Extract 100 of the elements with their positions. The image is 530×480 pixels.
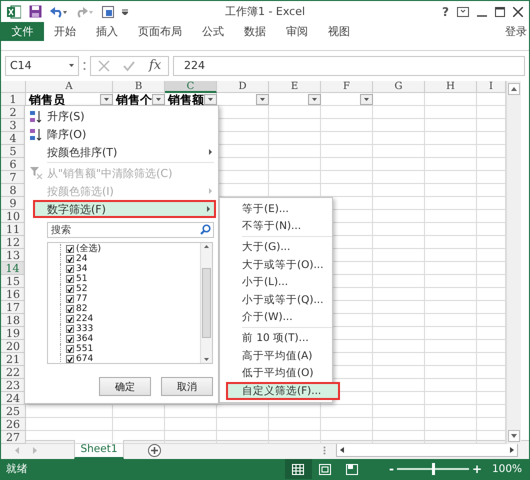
checkbox[interactable]: [66, 335, 74, 343]
ok-button[interactable]: 确定: [99, 377, 151, 396]
checkbox[interactable]: [66, 285, 74, 293]
column-header[interactable]: E: [269, 81, 321, 93]
list-item[interactable]: 364: [76, 334, 94, 344]
menu-item[interactable]: 自定义筛选(F)...: [226, 382, 340, 400]
row-header[interactable]: 11: [1, 223, 26, 236]
vertical-scrollbar[interactable]: [506, 81, 521, 444]
filter-button[interactable]: [152, 94, 165, 105]
row-header[interactable]: 9: [1, 197, 26, 210]
column-header[interactable]: I: [477, 81, 506, 93]
column-header[interactable]: H: [425, 81, 477, 93]
filter-button[interactable]: [204, 94, 217, 105]
row-header[interactable]: 1: [1, 93, 26, 106]
row-header[interactable]: 18: [1, 314, 26, 327]
checkbox[interactable]: [66, 265, 74, 273]
ribbon-tab[interactable]: 审阅: [276, 22, 318, 41]
row-header[interactable]: 20: [1, 340, 26, 353]
zoom-in-button[interactable]: +: [468, 462, 485, 476]
column-header[interactable]: D: [217, 81, 269, 93]
row-header[interactable]: 21: [1, 353, 26, 366]
menu-item[interactable]: 数字筛选(F): [33, 200, 216, 218]
row-header[interactable]: 4: [1, 132, 26, 145]
menu-item[interactable]: 降序(O): [25, 125, 218, 143]
checkbox[interactable]: [66, 345, 74, 353]
checkbox[interactable]: [66, 255, 74, 263]
row-header[interactable]: 14: [1, 262, 26, 275]
list-item[interactable]: 674: [76, 354, 94, 363]
menu-item[interactable]: 小于或等于(Q)...: [220, 290, 332, 309]
row-header[interactable]: 3: [1, 119, 26, 132]
menu-item[interactable]: 低于平均值(O): [220, 364, 332, 382]
checkbox[interactable]: [66, 275, 74, 283]
cancel-button[interactable]: 取消: [161, 377, 213, 396]
list-item[interactable]: (全选): [76, 244, 102, 254]
row-header[interactable]: 19: [1, 327, 26, 340]
list-item[interactable]: 51: [76, 274, 88, 284]
list-item[interactable]: 34: [76, 264, 88, 274]
zoom-slider-thumb[interactable]: [432, 463, 435, 475]
insert-function-button[interactable]: fx: [149, 58, 162, 73]
list-item[interactable]: 551: [76, 344, 94, 354]
row-header[interactable]: 16: [1, 288, 26, 301]
zoom-out-button[interactable]: -: [386, 462, 397, 476]
row-header[interactable]: 22: [1, 366, 26, 379]
menu-item[interactable]: 不等于(N)...: [220, 218, 332, 236]
column-header[interactable]: A: [26, 81, 113, 93]
row-header[interactable]: 5: [1, 145, 26, 158]
menu-item[interactable]: 小于(L)...: [220, 273, 332, 291]
checkbox[interactable]: [66, 315, 74, 323]
search-field[interactable]: 搜索: [47, 222, 214, 238]
checkbox[interactable]: [66, 325, 74, 333]
list-item[interactable]: 52: [76, 284, 88, 294]
filter-button[interactable]: [360, 94, 373, 105]
ribbon-tab[interactable]: 插入: [86, 22, 128, 41]
checkbox[interactable]: [66, 245, 74, 253]
ribbon-tab[interactable]: 视图: [318, 22, 360, 41]
menu-item[interactable]: 高于平均值(A): [220, 346, 332, 364]
row-header[interactable]: 12: [1, 236, 26, 249]
list-item[interactable]: 24: [76, 254, 88, 264]
row-header[interactable]: 23: [1, 379, 26, 392]
menu-item[interactable]: 按颜色排序(T): [25, 143, 218, 161]
filter-button[interactable]: [100, 94, 113, 105]
menu-item[interactable]: 等于(E)...: [220, 200, 332, 218]
row-header[interactable]: 6: [1, 158, 26, 171]
row-header[interactable]: 8: [1, 184, 26, 197]
list-item[interactable]: 82: [76, 304, 88, 314]
list-item[interactable]: 333: [76, 324, 94, 334]
column-header[interactable]: C: [165, 81, 217, 93]
help-button[interactable]: ?: [442, 4, 449, 18]
row-header[interactable]: 10: [1, 210, 26, 223]
name-box[interactable]: C14: [5, 56, 79, 76]
ribbon-tab[interactable]: 数据: [234, 22, 276, 41]
sign-in-link[interactable]: 登录: [503, 22, 529, 41]
filter-button[interactable]: [256, 94, 269, 105]
list-item[interactable]: 77: [76, 294, 88, 304]
row-header[interactable]: 7: [1, 171, 26, 184]
row-header[interactable]: 24: [1, 392, 26, 405]
row-header[interactable]: 27: [1, 431, 26, 444]
row-header[interactable]: 15: [1, 275, 26, 288]
scroll-thumb[interactable]: [202, 268, 211, 338]
checkbox[interactable]: [66, 295, 74, 303]
normal-view-button[interactable]: [284, 459, 312, 479]
ribbon-tab[interactable]: 页面布局: [128, 22, 192, 41]
menu-item[interactable]: 升序(S): [25, 107, 218, 125]
ribbon-tab[interactable]: 开始: [44, 22, 86, 41]
menu-item[interactable]: 介于(W)...: [220, 308, 332, 326]
filter-button[interactable]: [308, 94, 321, 105]
column-header[interactable]: G: [373, 81, 425, 93]
row-header[interactable]: 25: [1, 405, 26, 418]
column-header[interactable]: F: [321, 81, 373, 93]
file-tab[interactable]: 文件: [1, 22, 44, 41]
ribbon-tab[interactable]: 公式: [192, 22, 234, 41]
column-header[interactable]: B: [113, 81, 165, 93]
row-header[interactable]: 13: [1, 249, 26, 262]
menu-item[interactable]: 前 10 项(T)...: [220, 329, 332, 347]
checkbox[interactable]: [66, 355, 74, 363]
menu-item[interactable]: 大于或等于(O)...: [220, 256, 332, 274]
horizontal-scrollbar[interactable]: [336, 443, 518, 457]
checkbox[interactable]: [66, 305, 74, 313]
row-header[interactable]: 2: [1, 106, 26, 119]
formula-field[interactable]: 224: [173, 56, 525, 76]
